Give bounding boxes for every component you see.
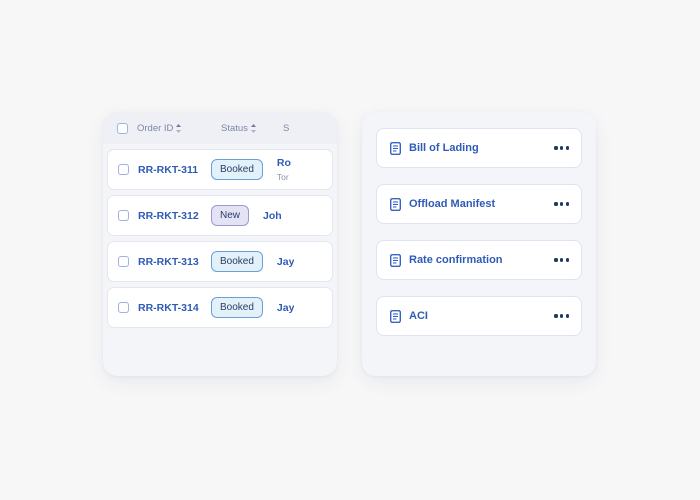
column-header-order-id[interactable]: Order ID — [137, 123, 221, 134]
shipper-cell: Joh — [263, 210, 282, 222]
list-item[interactable]: Bill of Lading — [376, 128, 582, 168]
order-id-cell: RR-RKT-313 — [138, 255, 199, 268]
document-icon — [390, 253, 401, 267]
shipper-name: Ro — [276, 157, 291, 169]
orders-table-body: RR-RKT-311 Booked Ro Tor RR-RKT-312 New … — [103, 144, 337, 328]
document-label: Bill of Lading — [409, 142, 479, 154]
column-header-status-label: Status — [221, 122, 248, 134]
status-badge: Booked — [211, 251, 263, 272]
shipper-cell: Ro Tor — [277, 157, 291, 182]
list-item[interactable]: Offload Manifest — [376, 184, 582, 224]
documents-panel: Bill of Lading Offload Manifest Rate con… — [362, 112, 596, 376]
document-icon — [390, 197, 401, 211]
shipper-name: Jay — [276, 255, 295, 268]
list-item[interactable]: ACI — [376, 296, 582, 336]
orders-table-header: Order ID Status S — [103, 112, 337, 144]
status-badge: Booked — [211, 159, 263, 180]
orders-panel: Order ID Status S RR-RKT-311 Booked Ro T… — [103, 112, 337, 376]
shipper-location: Tor — [276, 172, 289, 182]
table-row[interactable]: RR-RKT-314 Booked Jay — [107, 287, 333, 328]
column-header-order-id-label: Order ID — [137, 122, 174, 134]
document-icon — [390, 141, 401, 155]
document-label: ACI — [409, 310, 428, 322]
select-all-checkbox[interactable] — [117, 122, 128, 134]
column-header-shipper-label: S — [283, 122, 290, 134]
sort-arrows-icon — [176, 123, 182, 133]
documents-list: Bill of Lading Offload Manifest Rate con… — [362, 112, 596, 352]
document-label: Rate confirmation — [409, 254, 503, 266]
row-checkbox[interactable] — [118, 210, 129, 221]
row-checkbox[interactable] — [118, 302, 129, 313]
more-options-icon[interactable] — [554, 146, 569, 150]
shipper-cell: Jay — [277, 302, 295, 314]
more-options-icon[interactable] — [554, 202, 569, 206]
more-options-icon[interactable] — [554, 314, 569, 318]
shipper-cell: Jay — [277, 256, 295, 268]
more-options-icon[interactable] — [554, 258, 569, 262]
sort-arrows-icon — [250, 123, 256, 133]
shipper-name: Jay — [276, 301, 295, 314]
list-item[interactable]: Rate confirmation — [376, 240, 582, 280]
row-checkbox[interactable] — [118, 164, 129, 175]
order-id-cell: RR-RKT-314 — [138, 301, 199, 314]
shipper-name: Joh — [263, 209, 282, 222]
table-row[interactable]: RR-RKT-313 Booked Jay — [107, 241, 333, 282]
row-checkbox[interactable] — [118, 256, 129, 267]
table-row[interactable]: RR-RKT-312 New Joh — [107, 195, 333, 236]
column-header-shipper[interactable]: S — [283, 123, 323, 134]
document-icon — [390, 309, 401, 323]
order-id-cell: RR-RKT-312 — [138, 209, 199, 222]
order-id-cell: RR-RKT-311 — [138, 163, 199, 176]
document-label: Offload Manifest — [409, 198, 496, 210]
column-header-status[interactable]: Status — [221, 123, 283, 134]
status-badge: New — [211, 205, 250, 226]
table-row[interactable]: RR-RKT-311 Booked Ro Tor — [107, 149, 333, 190]
status-badge: Booked — [211, 297, 263, 318]
